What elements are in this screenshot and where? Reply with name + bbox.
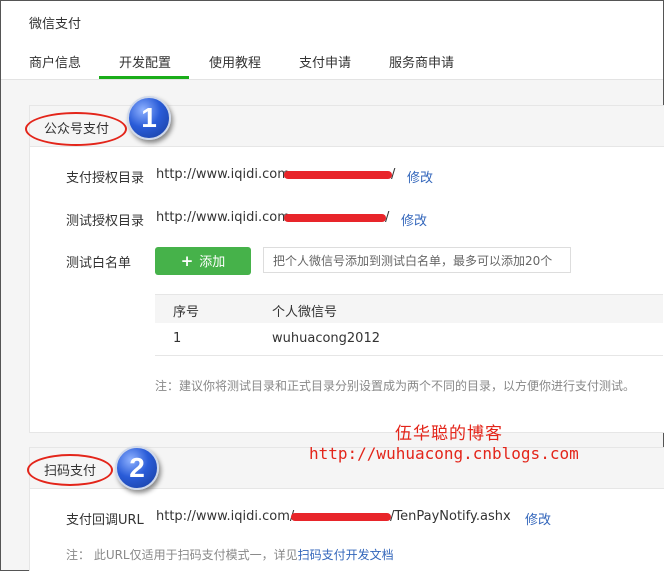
redaction-mark (284, 214, 386, 222)
add-whitelist-button[interactable]: + 添加 (155, 247, 251, 275)
whitelist-table-header: 序号 个人微信号 (155, 294, 663, 324)
step-1-badge: 1 (127, 96, 171, 140)
add-button-label: 添加 (199, 255, 226, 270)
test-dir-url-suffix: / (385, 210, 390, 225)
table-row: 1 wuhuacong2012 (155, 323, 663, 356)
test-dir-modify-link[interactable]: 修改 (401, 210, 427, 229)
redaction-mark (284, 171, 392, 179)
column-header-wechat-id: 个人微信号 (272, 305, 338, 320)
auth-dir-label: 支付授权目录 (66, 171, 145, 186)
tab-bar: 商户信息 开发配置 使用教程 支付申请 服务商申请 (1, 43, 663, 80)
step-2-badge: 2 (115, 446, 159, 490)
watermark-url: http://wuhuacong.cnblogs.com (309, 444, 579, 463)
test-dir-label: 测试授权目录 (66, 214, 145, 229)
tab-merchant-info[interactable]: 商户信息 (29, 52, 81, 71)
section2-note: 注： 此URL仅适用于扫码支付模式一，详见扫码支付开发文档 (66, 546, 394, 563)
auth-dir-url-prefix: http://www.iqidi.com (156, 167, 290, 182)
tab-provider-apply[interactable]: 服务商申请 (389, 52, 454, 71)
callback-url-suffix: /TenPayNotify.ashx (390, 509, 511, 524)
plus-icon: + (180, 252, 194, 270)
callback-modify-link[interactable]: 修改 (525, 509, 551, 528)
callback-url-prefix: http://www.iqidi.com/ (156, 509, 295, 524)
window-frame: 微信支付 商户信息 开发配置 使用教程 支付申请 服务商申请 公众号支付 扫码支… (0, 0, 664, 571)
tab-dev-config[interactable]: 开发配置 (119, 52, 171, 71)
row-wechat-id: wuhuacong2012 (272, 331, 380, 346)
auth-dir-url-suffix: / (391, 167, 396, 182)
annotation-oval-1 (25, 112, 127, 146)
redaction-mark (291, 513, 391, 521)
tab-payment-apply[interactable]: 支付申请 (299, 52, 351, 71)
row-index: 1 (173, 331, 182, 346)
native-pay-doc-link[interactable]: 扫码支付开发文档 (298, 548, 394, 562)
whitelist-label: 测试白名单 (66, 256, 132, 271)
active-tab-indicator (99, 76, 189, 79)
whitelist-input[interactable]: 把个人微信号添加到测试白名单，最多可以添加20个 (263, 247, 571, 273)
annotation-oval-2 (27, 454, 113, 486)
test-dir-url-prefix: http://www.iqidi.com (156, 210, 290, 225)
watermark-title: 伍华聪的博客 (395, 424, 503, 444)
app-title: 微信支付 (29, 17, 82, 32)
tab-tutorial[interactable]: 使用教程 (209, 52, 261, 71)
section2-note-text: 注： 此URL仅适用于扫码支付模式一，详见 (66, 548, 298, 562)
section1-note: 注：建议你将测试目录和正式目录分别设置成为两个不同的目录，以方便你进行支付测试。 (155, 379, 636, 393)
callback-url-label: 支付回调URL (66, 513, 144, 528)
auth-dir-modify-link[interactable]: 修改 (407, 167, 433, 186)
column-header-index: 序号 (173, 305, 200, 320)
